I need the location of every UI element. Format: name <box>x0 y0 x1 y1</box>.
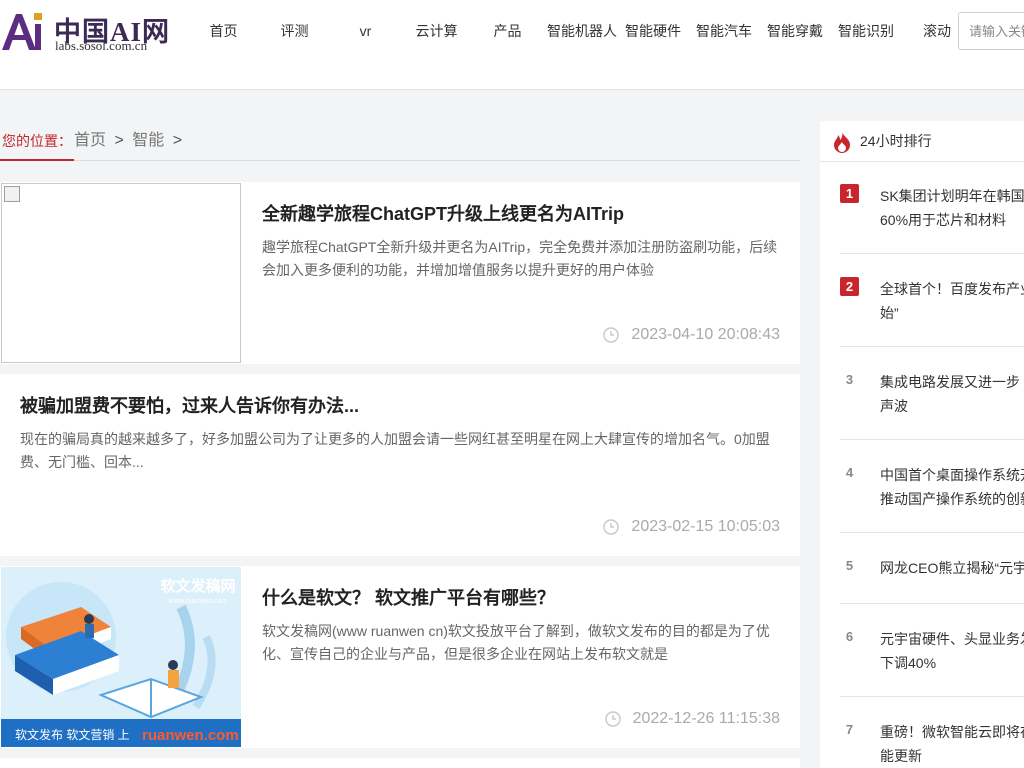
nav-item-wearables[interactable]: 智能穿戴 <box>763 0 827 62</box>
breadcrumb-separator: > <box>114 132 124 149</box>
breadcrumb: 您的位置： 首页 > 智能 > <box>0 121 800 161</box>
nav-item-hardware[interactable]: 智能硬件 <box>621 0 685 62</box>
ranking-item[interactable]: 7 重磅！微软智能云即将在 能更新 <box>840 720 1024 768</box>
ranking-header: 24小时排行 <box>820 121 1024 162</box>
nav-item-products[interactable]: 产品 <box>472 0 543 62</box>
banner-domain-text: ruanwen.com <box>142 727 239 744</box>
article-card[interactable]: 全新趣学旅程ChatGPT升级上线更名为AITrip 趣学旅程ChatGPT全新… <box>0 182 800 364</box>
article-time-text: 2023-02-15 10:05:03 <box>631 518 780 535</box>
site-logo[interactable]: 中国AI网 labs.sosol.com.cn <box>0 8 170 56</box>
nav-item-review[interactable]: 评测 <box>259 0 330 62</box>
article-timestamp: 2022-12-26 11:15:38 <box>604 710 780 728</box>
clock-icon <box>603 327 620 343</box>
article-card[interactable]: 被骗加盟费不要怕，过来人告诉你有办法... 现在的骗局真的越来越多了，好多加盟公… <box>0 374 800 556</box>
banner-url-text: www.ruanwen.com <box>168 598 228 605</box>
rank-item-title[interactable]: 重磅！微软智能云即将在 能更新 <box>880 720 1024 768</box>
nav-item-recognition[interactable]: 智能识别 <box>827 0 905 62</box>
article-title[interactable]: 全新趣学旅程ChatGPT升级上线更名为AITrip <box>262 200 624 226</box>
breadcrumb-separator: > <box>172 132 183 149</box>
rank-badge: 1 <box>840 184 859 203</box>
article-time-text: 2023-04-10 20:08:43 <box>631 326 780 343</box>
article-thumbnail[interactable]: 软文发稿网 www.ruanwen.com 软文发布 软文营销 上 ruanwe… <box>1 567 241 747</box>
nav-item-vr[interactable]: vr <box>330 0 401 62</box>
nav-item-home[interactable]: 首页 <box>188 0 259 62</box>
ranking-item[interactable]: 2 全球首个！百度发布产业 始” <box>840 277 1024 347</box>
rank-badge: 3 <box>845 372 854 387</box>
article-card[interactable]: 软文发稿网 www.ruanwen.com 软文发布 软文营销 上 ruanwe… <box>0 566 800 748</box>
article-timestamp: 2023-04-10 20:08:43 <box>603 326 780 344</box>
logo-ai-icon <box>2 13 42 50</box>
rank-badge: 2 <box>840 277 859 296</box>
rank-badge: 7 <box>845 722 854 737</box>
nav-item-robots[interactable]: 智能机器人 <box>543 0 621 62</box>
article-title[interactable]: 被骗加盟费不要怕，过来人告诉你有办法... <box>20 392 359 418</box>
rank-item-title[interactable]: 集成电路发展又进一步 声波 <box>880 370 1024 418</box>
broken-image-icon <box>4 186 20 202</box>
nav-item-auto[interactable]: 智能汽车 <box>685 0 763 62</box>
article-description: 软文发稿网(www ruanwen cn)软文投放平台了解到，做软文发布的目的都… <box>262 623 770 662</box>
ranking-title: 24小时排行 <box>860 133 932 149</box>
breadcrumb-link-category[interactable]: 智能 <box>132 132 164 149</box>
clock-icon <box>603 519 620 535</box>
ranking-item[interactable]: 5 网龙CEO熊立揭秘“元宇 <box>840 556 1024 604</box>
fire-icon <box>834 132 850 153</box>
rank-badge: 4 <box>845 465 854 480</box>
banner-brand-text: 软文发稿网 <box>160 577 235 595</box>
ranking-sidebar: 24小时排行 1 SK集团计划明年在韩国 60%用于芯片和材料 2 全球首个！百… <box>820 121 1024 768</box>
ruanwen-banner-image: 软文发稿网 www.ruanwen.com 软文发布 软文营销 上 ruanwe… <box>1 567 241 747</box>
search-input[interactable] <box>958 12 1024 50</box>
logo-subtitle: labs.sosol.com.cn <box>55 38 148 53</box>
ranking-item[interactable]: 6 元宇宙硬件、头显业务发 下调40% <box>840 627 1024 697</box>
ranking-item[interactable]: 3 集成电路发展又进一步 声波 <box>840 370 1024 440</box>
article-card[interactable] <box>0 758 800 768</box>
ranking-item[interactable]: 4 中国首个桌面操作系统开 推动国产操作系统的创新 <box>840 463 1024 533</box>
ranking-item[interactable]: 1 SK集团计划明年在韩国 60%用于芯片和材料 <box>840 184 1024 254</box>
rank-badge: 6 <box>845 629 854 644</box>
clock-icon <box>604 711 621 727</box>
nav-item-cloud[interactable]: 云计算 <box>401 0 472 62</box>
banner-footer-text: 软文发布 软文营销 上 <box>15 727 130 742</box>
article-description: 趣学旅程ChatGPT全新升级并更名为AITrip，完全免费并添加注册防盗刷功能… <box>262 239 778 278</box>
article-description: 现在的骗局真的越来越多了，好多加盟公司为了让更多的人加盟会请一些网红甚至明星在网… <box>20 431 770 470</box>
main-nav: 首页 评测 vr 云计算 产品 智能机器人 智能硬件 智能汽车 智能穿戴 智能识… <box>188 0 969 62</box>
breadcrumb-path: 首页 > 智能 > <box>74 121 186 161</box>
breadcrumb-link-home[interactable]: 首页 <box>74 132 106 149</box>
rank-item-title[interactable]: 网龙CEO熊立揭秘“元宇 <box>880 556 1024 580</box>
rank-item-title[interactable]: 元宇宙硬件、头显业务发 下调40% <box>880 627 1024 675</box>
rank-item-title[interactable]: 中国首个桌面操作系统开 推动国产操作系统的创新 <box>880 463 1024 511</box>
article-timestamp: 2023-02-15 10:05:03 <box>603 518 780 536</box>
article-thumbnail[interactable] <box>1 183 241 363</box>
breadcrumb-label: 您的位置： <box>0 121 74 161</box>
article-time-text: 2022-12-26 11:15:38 <box>632 710 780 727</box>
rank-badge: 5 <box>845 558 854 573</box>
rank-item-title[interactable]: SK集团计划明年在韩国 60%用于芯片和材料 <box>880 184 1024 232</box>
article-title[interactable]: 什么是软文？ 软文推广平台有哪些？ <box>262 584 555 610</box>
rank-item-title[interactable]: 全球首个！百度发布产业 始” <box>880 277 1024 325</box>
site-header: 中国AI网 labs.sosol.com.cn 首页 评测 vr 云计算 产品 … <box>0 0 1024 90</box>
